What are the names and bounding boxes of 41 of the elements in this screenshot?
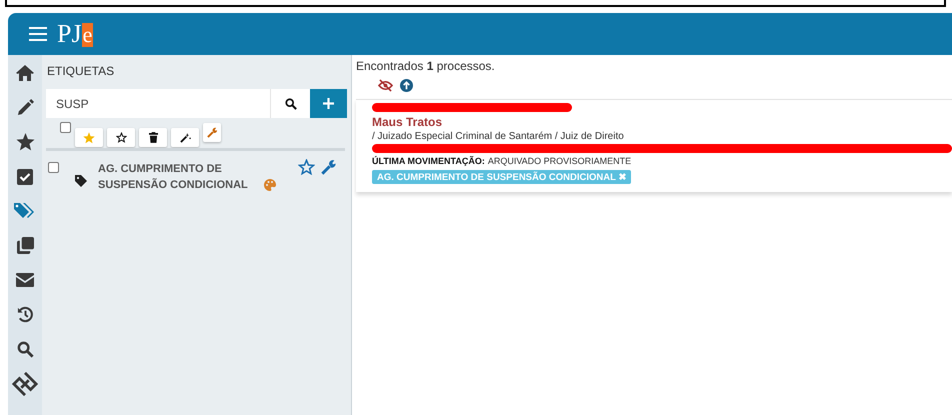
unfavorite-button[interactable] — [107, 128, 135, 147]
history-icon — [16, 306, 34, 324]
search-icon — [284, 98, 296, 110]
delete-button[interactable] — [139, 128, 167, 147]
tags-icon — [14, 202, 36, 220]
court-text: / Juizado Especial Criminal de Santarém / Juiz de Direito — [372, 131, 625, 142]
logo-accent: e — [82, 23, 94, 47]
checkbox-icon — [17, 168, 33, 185]
home-icon — [15, 64, 35, 82]
chain-logo-icon — [12, 370, 38, 397]
pencil-icon — [16, 99, 34, 116]
copy-icon — [16, 237, 34, 254]
wrench-button[interactable] — [203, 123, 221, 142]
envelope-icon — [16, 273, 34, 288]
results-summary: Encontrados 1 processos. — [356, 59, 496, 73]
panel-title: ETIQUETAS — [46, 63, 116, 78]
search-button[interactable] — [270, 89, 310, 118]
arrow-up-circle-icon[interactable] — [400, 79, 413, 92]
eye-slash-icon[interactable] — [378, 79, 393, 92]
select-all-checkbox[interactable] — [60, 122, 71, 133]
last-move-label: ÚLTIMA MOVIMENTAÇÃO: — [372, 156, 485, 166]
tag-icon — [75, 175, 87, 187]
star-icon — [83, 132, 95, 144]
tag-checkbox[interactable] — [48, 162, 59, 173]
magic-wand-button[interactable] — [171, 128, 199, 147]
favorite-star-icon[interactable] — [298, 159, 315, 175]
magic-wand-icon — [180, 132, 190, 143]
tag-label[interactable]: AG. CUMPRIMENTO DE SUSPENSÃO CONDICIONAL — [98, 161, 258, 193]
star-icon — [16, 133, 34, 152]
wrench-icon — [206, 127, 218, 138]
trash-icon — [148, 132, 158, 143]
add-button[interactable] — [310, 89, 347, 118]
logo-text: PJ — [57, 21, 82, 47]
process-subject[interactable]: Maus Tratos — [372, 115, 952, 129]
wrench-icon[interactable] — [321, 159, 337, 175]
menu-icon[interactable] — [29, 27, 47, 41]
search-icon — [16, 340, 34, 358]
star-outline-icon — [116, 132, 126, 143]
search-field[interactable]: SUSP — [46, 89, 270, 118]
last-move-value: ARQUIVADO PROVISORIAMENTE — [488, 156, 632, 166]
plus-icon — [323, 98, 334, 109]
